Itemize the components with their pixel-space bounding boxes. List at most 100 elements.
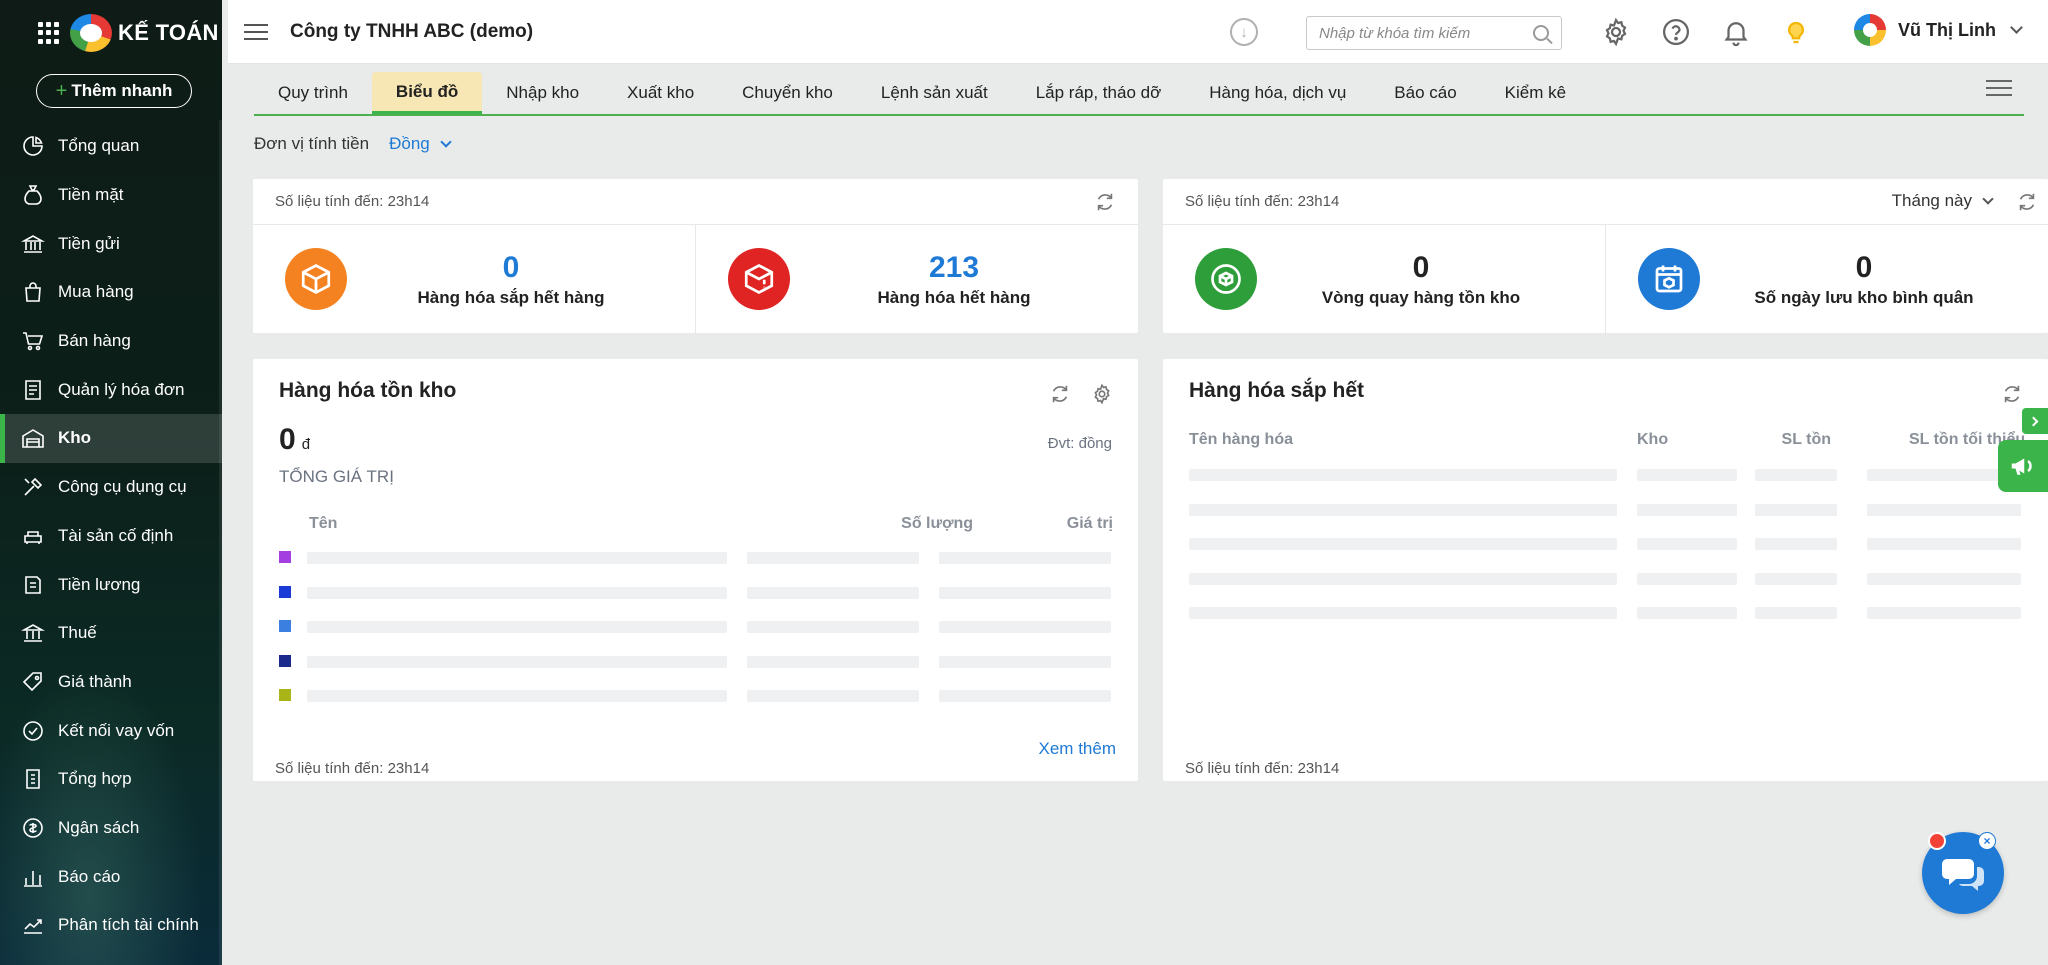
sidebar-header: KẾ TOÁN [0,0,222,66]
sidebar-item-bán-hàng[interactable]: Bán hàng [0,317,222,366]
refresh-icon[interactable] [1094,191,1116,213]
tab-2[interactable]: Nhập kho [482,72,603,114]
tab-5[interactable]: Lệnh sản xuất [857,72,1012,114]
column-header: Giá trị [1066,515,1113,532]
tab-1[interactable]: Biểu đồ [371,72,483,114]
loading-placeholder [747,586,919,599]
sidebar-item-ngân-sách[interactable]: Ngân sách [0,804,222,853]
legend-swatch [279,585,291,598]
menu-toggle-icon[interactable] [244,23,268,40]
price-tag-icon [20,669,46,695]
tab-4[interactable]: Chuyển kho [718,72,857,114]
stat-label: Hàng hóa hết hàng [877,288,1031,307]
loading-placeholder [1189,572,1617,585]
tab-settings-icon[interactable] [1986,80,2012,102]
sidebar-item-label: Tổng quan [58,136,140,156]
loading-placeholder [1867,607,2021,619]
stat-storage-days[interactable]: 0 Số ngày lưu kho bình quân [1605,225,2048,333]
app-grid-icon[interactable] [38,22,60,44]
topbar: Công ty TNHH ABC (demo) ↓ Vũ Thị Linh [228,0,2048,64]
refresh-icon[interactable] [2016,191,2038,213]
tab-3[interactable]: Xuất kho [603,72,718,114]
expand-panel-button[interactable] [2022,408,2048,434]
sidebar-item-tiền-gửi[interactable]: Tiền gửi [0,219,222,268]
stat-out-of-stock[interactable]: 213 Hàng hóa hết hàng [695,225,1138,333]
total-value: 0 đ [279,423,310,457]
search-input[interactable] [1319,24,1519,42]
loading-placeholder [939,690,1111,702]
updated-time: Số liệu tính đến: 23h14 [1185,193,1340,210]
loading-placeholder [939,621,1111,633]
box-cycle-icon [1195,248,1257,310]
loading-placeholder [1755,607,1837,619]
unit-note: Đvt: đồng [1047,435,1112,452]
period-select[interactable]: Tháng này [1892,191,1994,211]
see-more-link[interactable]: Xem thêm [1039,739,1116,759]
panel-title: Hàng hóa sắp hết [1189,379,1365,402]
refresh-icon[interactable] [1049,383,1071,405]
sidebar-item-tiền-mặt[interactable]: Tiền mặt [0,171,222,220]
sidebar-scrollbar[interactable] [219,120,222,965]
column-header: Kho [1637,431,1669,448]
bank-icon [20,231,46,257]
panel-title: Hàng hóa tồn kho [279,379,457,402]
stat-low-stock[interactable]: 0 Hàng hóa sắp hết hàng [253,225,695,333]
stat-value: 0 [1855,251,1873,284]
loading-placeholder [307,552,727,564]
money-bag-icon [20,182,46,208]
bar-chart-icon [20,864,46,890]
loading-placeholder [1637,607,1737,619]
search-icon[interactable] [1533,25,1549,41]
stat-turnover[interactable]: 0 Vòng quay hàng tồn kho [1163,225,1605,333]
sidebar-item-tổng-quan[interactable]: Tổng quan [0,122,222,171]
user-menu[interactable]: Vũ Thị Linh [1854,14,2023,46]
tab-0[interactable]: Quy trình [254,72,372,114]
loading-placeholder [1189,503,1617,516]
loading-placeholder [1637,572,1737,585]
loading-placeholder [939,586,1111,599]
column-header: Tên [309,515,338,532]
loading-placeholder [1189,538,1617,550]
shopping-bag-icon [20,279,46,305]
close-icon[interactable]: × [1978,832,1996,850]
calendar-box-icon [1638,248,1700,310]
sidebar-item-thuế[interactable]: Thuế [0,609,222,658]
search-box[interactable] [1306,16,1562,50]
sidebar-item-kết-nối-vay-vốn[interactable]: Kết nối vay vốn [0,706,222,755]
tab-8[interactable]: Báo cáo [1370,72,1480,114]
card-header: Số liệu tính đến: 23h14 [253,179,1138,225]
updated-time: Số liệu tính đến: 23h14 [1185,760,1340,777]
currency-select[interactable]: Đồng [389,134,452,154]
chevron-down-icon [2010,21,2023,34]
lightbulb-icon[interactable] [1780,16,1812,48]
sidebar-item-quản-lý-hóa-đơn[interactable]: Quản lý hóa đơn [0,365,222,414]
tab-9[interactable]: Kiểm kê [1481,72,1590,114]
bell-icon[interactable] [1720,16,1752,48]
tab-6[interactable]: Lắp ráp, tháo dỡ [1012,72,1186,114]
settings-gear-icon[interactable] [1600,16,1632,48]
sidebar-item-giá-thành[interactable]: Giá thành [0,658,222,707]
sidebar-item-kho[interactable]: Kho [0,414,222,463]
stat-value: 0 [502,251,520,284]
gear-icon[interactable] [1091,383,1113,405]
sidebar-item-công-cụ-dụng-cụ[interactable]: Công cụ dụng cụ [0,463,222,512]
tab-7[interactable]: Hàng hóa, dịch vụ [1185,72,1370,114]
sidebar-item-báo-cáo[interactable]: Báo cáo [0,852,222,901]
sidebar-item-tài-sản-cố-định[interactable]: Tài sản cố định [0,512,222,561]
quick-add-button[interactable]: + Thêm nhanh [36,74,192,108]
sidebar-item-tiền-lương[interactable]: Tiền lương [0,560,222,609]
sidebar-item-label: Bán hàng [58,331,131,351]
logo[interactable]: KẾ TOÁN [70,14,219,52]
sidebar-item-mua-hàng[interactable]: Mua hàng [0,268,222,317]
pie-chart-icon [20,133,46,159]
megaphone-icon[interactable] [1998,440,2048,492]
currency-symbol: đ [301,436,311,453]
sidebar-item-phân-tích-tài-chính[interactable]: Phân tích tài chính [0,901,222,950]
sidebar-item-tổng-hợp[interactable]: Tổng hợp [0,755,222,804]
sidebar-item-label: Kết nối vay vốn [58,720,175,740]
refresh-icon[interactable] [2001,383,2023,405]
budget-icon [20,815,46,841]
help-icon[interactable] [1660,16,1692,48]
company-name[interactable]: Công ty TNHH ABC (demo) [290,21,533,43]
download-icon[interactable]: ↓ [1230,18,1258,46]
